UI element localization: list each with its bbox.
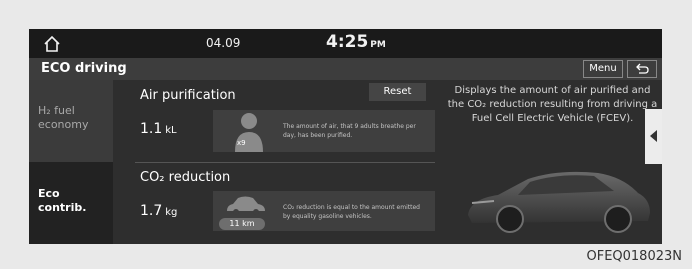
time-value: 4:25	[326, 32, 369, 52]
status-time: 4:25 PM	[326, 32, 386, 52]
air-value-number: 1.1	[140, 121, 163, 137]
car-icon	[227, 196, 265, 215]
sidebar-item-label-line2: economy	[38, 118, 89, 131]
infotainment-screen: 04.09 4:25 PM ECO driving Menu H₂ fuel ec…	[29, 29, 662, 244]
air-info-box: x9 The amount of air, that 9 adults brea…	[213, 110, 435, 152]
air-badge: x9	[237, 139, 246, 147]
distance-badge-label: 11 km	[229, 219, 255, 228]
fcev-car-image	[468, 171, 650, 233]
sidebar-item-label-line2: contrib.	[38, 201, 87, 214]
co2-value-number: 1.7	[140, 203, 163, 219]
main-content: Air purification Reset 1.1 kL x9 The amou…	[113, 80, 662, 244]
sidebar-item-label-line1: Eco	[38, 187, 60, 200]
home-icon[interactable]	[43, 35, 61, 53]
description-text: Displays the amount of air purified and …	[447, 85, 658, 124]
sidebar-item-h2-fuel-economy[interactable]: H₂ fuel economy	[29, 80, 113, 162]
menu-button[interactable]: Menu	[583, 60, 623, 78]
chevron-left-icon	[650, 130, 657, 142]
co2-info-text: CO₂ reduction is equal to the amount emi…	[283, 204, 420, 220]
sidebar: H₂ fuel economy Eco contrib.	[29, 80, 113, 244]
time-ampm: PM	[370, 40, 386, 50]
air-purification-value: 1.1 kL	[140, 121, 177, 137]
panel-expand-tab[interactable]	[645, 109, 662, 164]
back-icon	[636, 63, 649, 74]
sidebar-item-eco-contrib[interactable]: Eco contrib.	[29, 162, 113, 244]
co2-reduction-title: CO₂ reduction	[140, 170, 231, 185]
back-button[interactable]	[627, 60, 657, 78]
page-title: ECO driving	[41, 61, 127, 76]
air-value-unit: kL	[165, 125, 177, 136]
co2-value-unit: kg	[165, 207, 178, 218]
person-icon	[235, 113, 263, 152]
section-divider	[135, 162, 435, 163]
sidebar-item-label-line1: H₂ fuel	[38, 104, 75, 117]
air-info-text: The amount of air, that 9 adults breathe…	[283, 123, 416, 139]
reset-button[interactable]: Reset	[369, 83, 426, 101]
figure-code: OFEQ018023N	[586, 249, 682, 264]
co2-reduction-value: 1.7 kg	[140, 203, 177, 219]
distance-badge: 11 km	[219, 218, 265, 230]
status-bar: 04.09 4:25 PM	[29, 29, 662, 58]
air-purification-title: Air purification	[140, 88, 236, 103]
title-bar: ECO driving Menu	[29, 58, 662, 80]
co2-info-box: 11 km CO₂ reduction is equal to the amou…	[213, 191, 435, 231]
status-date: 04.09	[206, 36, 241, 50]
